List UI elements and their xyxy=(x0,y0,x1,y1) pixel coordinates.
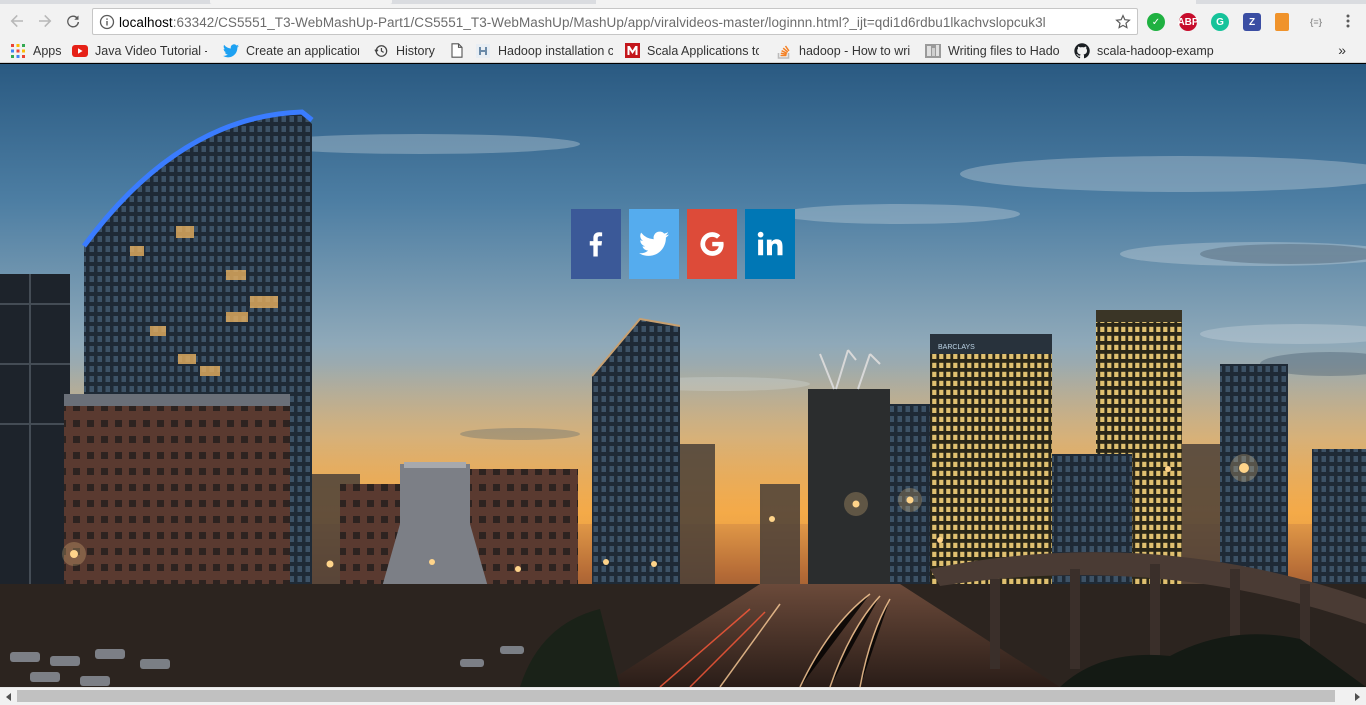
bookmark-label: hadoop - How to wri xyxy=(799,43,911,58)
bookmark-label: Hadoop installation c xyxy=(498,43,613,58)
hadoop-icon xyxy=(475,43,491,59)
bookmark-item[interactable] xyxy=(449,41,469,60)
browser-toolbar: localhost:63342/CS5551_T3-WebMashUp-Part… xyxy=(0,4,1366,38)
image-icon xyxy=(925,43,941,59)
history-icon xyxy=(373,43,389,59)
bookmarks-overflow-button[interactable]: » xyxy=(1338,42,1346,58)
address-bar[interactable]: localhost:63342/CS5551_T3-WebMashUp-Part… xyxy=(92,8,1138,35)
bookmark-item[interactable]: Java Video Tutorial - xyxy=(72,41,207,60)
twitter-icon xyxy=(223,43,239,59)
horizontal-scrollbar[interactable] xyxy=(0,687,1366,705)
scroll-left-icon[interactable] xyxy=(4,692,14,702)
url-path: :63342/CS5551_T3-WebMashUp-Part1/CS5551_… xyxy=(172,15,1046,30)
bookmark-item[interactable]: hadoop - How to wri xyxy=(776,41,912,60)
city-skyline-background: BARCLAYS xyxy=(0,64,1366,687)
github-icon xyxy=(1074,42,1090,59)
bookmarks-bar: Apps Java Video Tutorial - Create an app… xyxy=(0,38,1366,63)
arrow-right-icon xyxy=(39,14,52,28)
url-text[interactable]: localhost:63342/CS5551_T3-WebMashUp-Part… xyxy=(119,15,1046,30)
bookmark-label: Writing files to Hado xyxy=(948,43,1060,58)
social-login-buttons xyxy=(571,209,795,279)
scrollbar-thumb[interactable] xyxy=(17,690,1335,702)
bookmark-label: Create an application xyxy=(246,43,359,58)
facebook-login-button[interactable] xyxy=(571,209,621,279)
twitter-icon xyxy=(639,231,669,256)
check-extension-icon[interactable]: ✓ xyxy=(1147,13,1165,31)
json-extension-icon[interactable]: {≡} xyxy=(1307,13,1325,31)
scroll-right-icon[interactable] xyxy=(1352,692,1362,702)
grammarly-icon[interactable]: G xyxy=(1211,13,1229,31)
twitter-login-button[interactable] xyxy=(629,209,679,279)
reload-button[interactable] xyxy=(62,10,84,32)
bookmark-apps[interactable]: Apps xyxy=(10,41,62,60)
stackoverflow-icon xyxy=(776,43,792,59)
forward-button[interactable] xyxy=(34,10,56,32)
url-host: localhost xyxy=(119,15,173,30)
google-login-button[interactable] xyxy=(687,209,737,279)
bookmark-item[interactable]: Writing files to Hado xyxy=(925,41,1063,60)
z-extension-icon[interactable]: Z xyxy=(1243,13,1261,31)
page-icon xyxy=(449,43,465,59)
facebook-icon xyxy=(589,232,603,257)
bookmark-item[interactable]: Create an application xyxy=(223,41,359,60)
info-icon[interactable] xyxy=(99,14,115,30)
menu-button[interactable] xyxy=(1337,10,1359,32)
bookmark-item[interactable]: Scala Applications to xyxy=(624,41,759,60)
linkedin-icon xyxy=(757,231,783,256)
bookmark-star-icon[interactable] xyxy=(1115,14,1131,30)
page-content: BARCLAYS xyxy=(0,64,1366,687)
calculator-icon[interactable] xyxy=(1275,13,1289,31)
kebab-menu-icon xyxy=(1346,14,1350,28)
linkedin-login-button[interactable] xyxy=(745,209,795,279)
bookmark-label: Scala Applications to xyxy=(647,43,759,58)
bookmark-item[interactable]: Hadoop installation c xyxy=(475,41,613,60)
svg-text:BARCLAYS: BARCLAYS xyxy=(938,344,975,351)
apps-grid-icon xyxy=(10,43,26,59)
bookmark-label: Apps xyxy=(33,43,62,58)
bookmark-label: History xyxy=(396,43,435,58)
back-button[interactable] xyxy=(6,10,28,32)
youtube-icon xyxy=(72,43,88,59)
m-icon xyxy=(624,43,640,59)
bookmark-item[interactable]: scala-hadoop-examp xyxy=(1074,41,1214,60)
bookmark-label: scala-hadoop-examp xyxy=(1097,43,1214,58)
reload-icon xyxy=(67,15,80,28)
adblock-plus-icon[interactable]: ABP xyxy=(1177,13,1199,31)
arrow-left-icon xyxy=(10,14,23,28)
bookmark-item[interactable]: History xyxy=(373,41,439,60)
bookmark-label: Java Video Tutorial - xyxy=(95,43,207,58)
google-icon xyxy=(700,232,724,256)
